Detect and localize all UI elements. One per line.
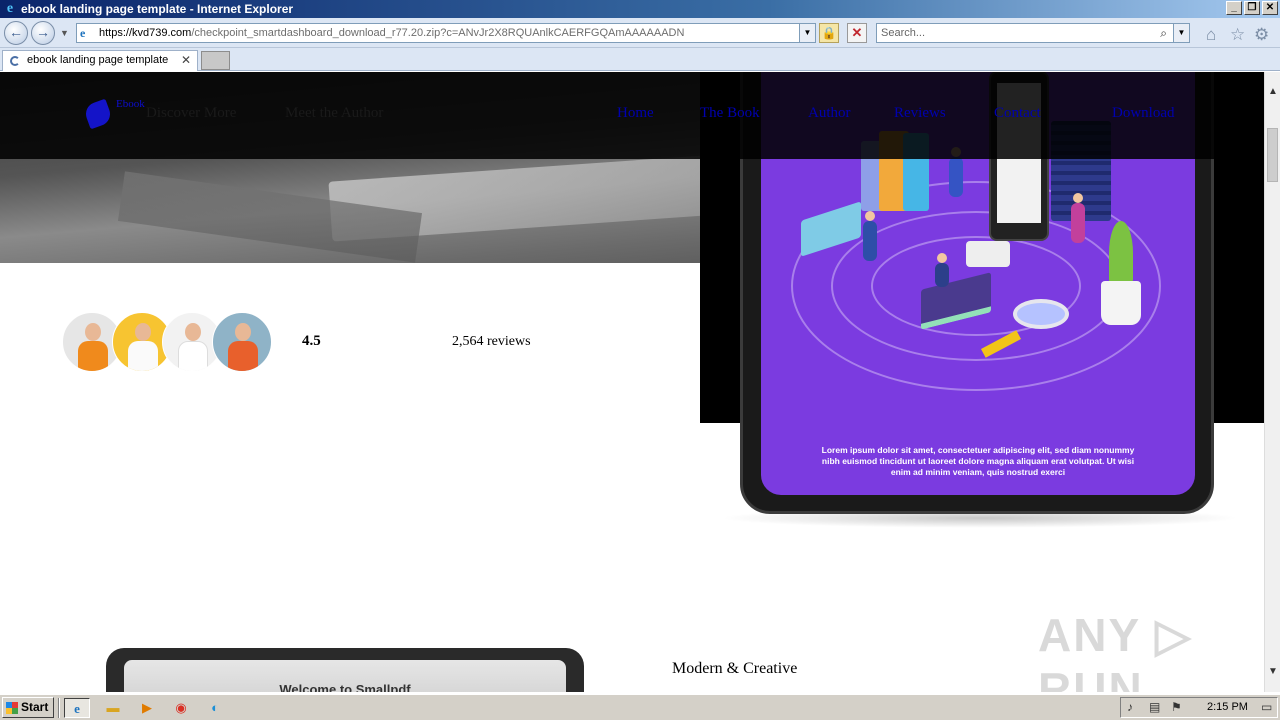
tab-strip: ebook landing page template ✕ xyxy=(0,48,1280,71)
address-bar-input[interactable]: e https://kvd739.com/checkpoint_smartdas… xyxy=(76,23,816,43)
plant-illustration xyxy=(1109,221,1133,285)
scrollbar-thumb[interactable] xyxy=(1267,128,1278,182)
nav-contact[interactable]: Contact xyxy=(994,105,1041,122)
person-head xyxy=(865,211,875,221)
window-title: ebook landing page template - Internet E… xyxy=(21,2,294,16)
clock: 2:15 PM xyxy=(1207,701,1248,713)
nav-reviews[interactable]: Reviews xyxy=(894,105,946,122)
windows-flag-icon xyxy=(6,702,18,714)
nav-author[interactable]: Author xyxy=(808,105,851,122)
reviews-count: 2,564 reviews xyxy=(452,334,531,349)
avatar-face xyxy=(235,323,251,341)
search-icon[interactable]: ⌕ xyxy=(1160,24,1167,42)
avatar xyxy=(212,312,272,372)
tab-label: ebook landing page template xyxy=(27,54,169,66)
avatar-face xyxy=(85,323,101,341)
site-navbar: Ebook Discover More Meet the Author Home… xyxy=(0,72,1264,159)
person-illustration xyxy=(949,157,963,197)
window-titlebar: e ebook landing page template - Internet… xyxy=(0,0,1280,18)
minimize-button[interactable]: _ xyxy=(1226,1,1242,15)
display-icon[interactable]: ▭ xyxy=(1261,700,1272,714)
tab-ebook[interactable]: ebook landing page template ✕ xyxy=(2,50,198,71)
tablet-screen: Welcome to Smallpdf xyxy=(124,660,566,692)
edge-icon[interactable]: ◐ xyxy=(202,698,228,718)
back-button[interactable]: ← xyxy=(4,21,28,45)
avatar-body xyxy=(228,341,258,371)
search-dropdown-button[interactable]: ▼ xyxy=(1173,24,1189,42)
avatar-body xyxy=(128,341,158,371)
taskbar-separator xyxy=(58,698,60,718)
settings-icon[interactable]: ⚙ xyxy=(1254,25,1269,45)
ie-icon[interactable]: e xyxy=(64,698,90,718)
watermark-logo: ANY ▷ RUN xyxy=(1038,609,1193,692)
flag-icon[interactable]: ⚑ xyxy=(1171,700,1182,714)
avatar-body xyxy=(78,341,108,371)
home-icon[interactable]: ⌂ xyxy=(1206,25,1216,45)
scroll-down-icon[interactable]: ▼ xyxy=(1265,664,1280,680)
folder-icon[interactable]: ▬ xyxy=(100,698,126,718)
navigation-bar: ← → ▼ e https://kvd739.com/checkpoint_sm… xyxy=(0,18,1280,48)
nav-meet-the-author[interactable]: Meet the Author xyxy=(285,105,383,122)
router-illustration xyxy=(966,241,1010,267)
avatar-body xyxy=(178,341,208,371)
nav-download[interactable]: Download xyxy=(1112,105,1175,122)
person-illustration xyxy=(1071,203,1085,243)
start-button[interactable]: Start xyxy=(2,697,54,718)
chrome-icon[interactable]: ◉ xyxy=(168,698,194,718)
scroll-up-icon[interactable]: ▲ xyxy=(1265,84,1280,100)
section-title: Modern & Creative xyxy=(672,660,798,677)
loading-spinner-icon xyxy=(10,56,20,66)
magnifier-illustration xyxy=(1013,299,1069,329)
page-icon: e xyxy=(80,26,86,40)
brand-text[interactable]: Ebook xyxy=(116,98,145,110)
lock-icon[interactable]: 🔒 xyxy=(819,23,839,43)
nav-home[interactable]: Home xyxy=(617,105,654,122)
person-illustration xyxy=(863,221,877,261)
nav-the-book[interactable]: The Book xyxy=(700,105,760,122)
volume-icon[interactable]: ♪ xyxy=(1127,700,1133,714)
rating-value: 4.5 xyxy=(302,333,321,349)
tablet-mockup: Welcome to Smallpdf xyxy=(106,648,584,692)
recent-pages-dropdown[interactable]: ▼ xyxy=(60,28,69,38)
network-icon[interactable]: ▤ xyxy=(1149,700,1160,714)
person-head xyxy=(1073,193,1083,203)
vertical-scrollbar[interactable]: ▲ ▼ xyxy=(1264,72,1280,692)
ie-logo-icon: e xyxy=(6,1,14,16)
taskbar: Start e ▬ ▶ ◉ ◐ ♪ ▤ ⚑ 2:15 PM ▭ xyxy=(0,694,1280,720)
phone-caption: Lorem ipsum dolor sit amet, consectetuer… xyxy=(821,445,1135,477)
avatar-face xyxy=(135,323,151,341)
person-illustration xyxy=(935,263,949,287)
system-tray: ♪ ▤ ⚑ 2:15 PM ▭ xyxy=(1120,697,1278,718)
favorites-icon[interactable]: ☆ xyxy=(1230,25,1245,45)
brand-logo-icon[interactable] xyxy=(82,98,114,130)
address-dropdown-button[interactable]: ▼ xyxy=(799,24,815,42)
search-placeholder: Search... xyxy=(881,27,926,39)
plant-pot-illustration xyxy=(1101,281,1141,325)
new-tab-button[interactable] xyxy=(201,51,230,70)
stop-icon[interactable]: ✕ xyxy=(847,23,867,43)
forward-button[interactable]: → xyxy=(31,21,55,45)
url-path: /checkpoint_smartdashboard_download_r77.… xyxy=(191,27,685,39)
tablet-welcome-text: Welcome to Smallpdf xyxy=(279,682,411,692)
person-head xyxy=(937,253,947,263)
restore-button[interactable]: ❐ xyxy=(1244,1,1260,15)
url-domain: https://kvd739.com xyxy=(99,27,192,39)
avatar-face xyxy=(185,323,201,341)
start-label: Start xyxy=(21,700,49,714)
media-player-icon[interactable]: ▶ xyxy=(134,698,160,718)
nav-discover-more[interactable]: Discover More xyxy=(146,105,236,122)
close-window-button[interactable]: ✕ xyxy=(1262,1,1278,15)
search-input[interactable]: Search... ⌕ ▼ xyxy=(876,23,1190,43)
close-tab-icon[interactable]: ✕ xyxy=(181,51,191,70)
page-viewport: Lorem ipsum dolor sit amet, consectetuer… xyxy=(0,72,1264,692)
